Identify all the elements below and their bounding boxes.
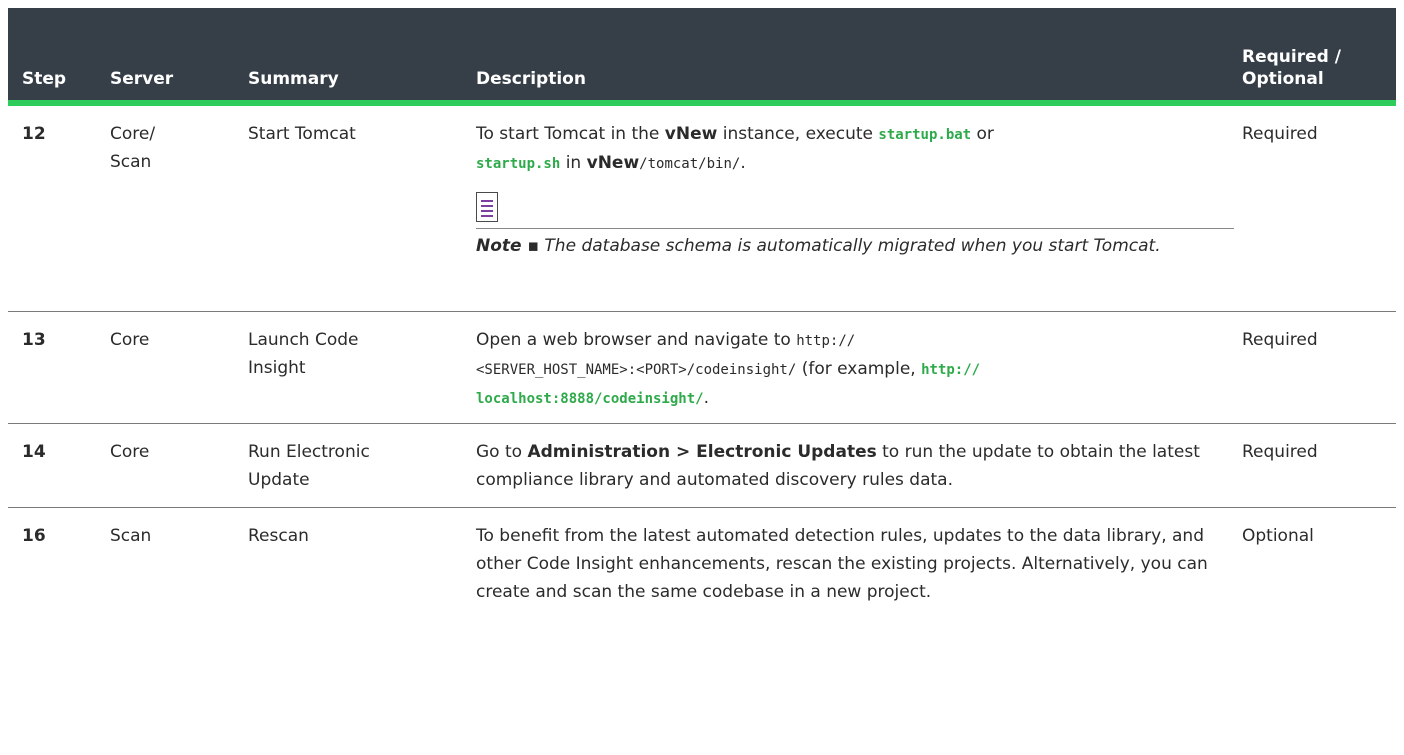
note-divider	[476, 228, 1234, 229]
note-text: Note ▪ The database schema is automatica…	[476, 236, 1161, 256]
required-cell: Required	[1242, 330, 1318, 350]
link-localhost[interactable]: http://	[921, 362, 980, 378]
description-cell: Go to Administration > Electronic Update…	[476, 442, 1200, 490]
header-server: Server	[110, 69, 174, 89]
server-cell: Core	[110, 330, 150, 350]
step-number: 16	[22, 526, 46, 546]
required-cell: Optional	[1242, 526, 1314, 546]
header-summary: Summary	[248, 69, 339, 89]
step-number: 13	[22, 330, 46, 350]
server-cell: Core/ Scan	[110, 124, 156, 172]
step-number: 12	[22, 124, 46, 144]
table-row: 12 Core/ Scan Start Tomcat To start Tomc…	[8, 106, 1396, 312]
link-localhost-path[interactable]: localhost:8888/codeinsight/	[476, 391, 704, 407]
summary-cell: Rescan	[248, 526, 309, 546]
required-cell: Required	[1242, 124, 1318, 144]
summary-cell: Start Tomcat	[248, 124, 356, 144]
server-cell: Scan	[110, 526, 152, 546]
code-startup-bat: startup.bat	[878, 127, 972, 143]
description-cell: Open a web browser and navigate to http:…	[476, 330, 981, 408]
note-icon	[476, 192, 498, 222]
code-startup-sh: startup.sh	[476, 156, 561, 172]
description-cell: To start Tomcat in the vNew instance, ex…	[476, 120, 1234, 261]
table-header: Step Server Summary Description Required…	[8, 8, 1396, 100]
header-step: Step	[22, 69, 67, 89]
steps-table: Step Server Summary Description Required…	[8, 8, 1396, 658]
summary-cell: Launch Code Insight	[248, 330, 359, 378]
header-required-optional: Required / Optional	[1242, 47, 1341, 89]
table-row: 14 Core Run Electronic Update Go to Admi…	[8, 424, 1396, 508]
required-cell: Required	[1242, 442, 1318, 462]
header-description: Description	[476, 69, 586, 89]
description-cell: To benefit from the latest automated det…	[476, 526, 1208, 602]
step-number: 14	[22, 442, 46, 462]
summary-cell: Run Electronic Update	[248, 442, 370, 490]
table-row: 16 Scan Rescan To benefit from the lates…	[8, 508, 1396, 658]
server-cell: Core	[110, 442, 150, 462]
table-row: 13 Core Launch Code Insight Open a web b…	[8, 312, 1396, 424]
